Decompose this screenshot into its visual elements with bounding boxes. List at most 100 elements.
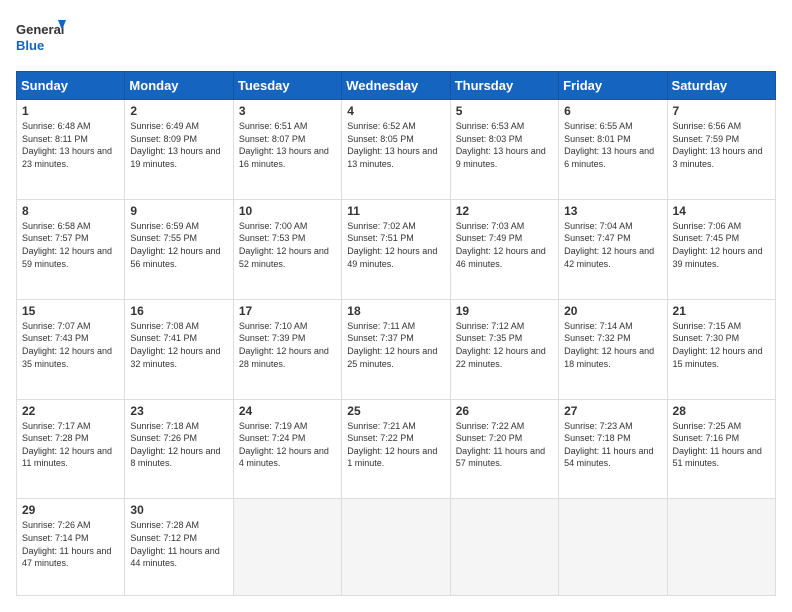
- table-row: [667, 499, 775, 596]
- day-number: 19: [456, 304, 553, 318]
- day-number: 29: [22, 503, 119, 517]
- table-row: 12Sunrise: 7:03 AM Sunset: 7:49 PM Dayli…: [450, 199, 558, 299]
- day-number: 10: [239, 204, 336, 218]
- table-row: 19 Sunrise: 7:12 AM Sunset: 7:35 PM Dayli…: [450, 299, 558, 399]
- day-info: Sunrise: 6:52 AM Sunset: 8:05 PM Dayligh…: [347, 120, 444, 170]
- table-row: 10 Sunrise: 7:00 AM Sunset: 7:53 PM Dayli…: [233, 199, 341, 299]
- day-info: Sunrise: 7:02 AM Sunset: 7:51 PM Dayligh…: [347, 220, 444, 270]
- day-info: Sunrise: 7:12 AM Sunset: 7:35 PM Dayligh…: [456, 320, 553, 370]
- day-number: 25: [347, 404, 444, 418]
- day-header-friday: Friday: [559, 72, 667, 100]
- day-number: 9: [130, 204, 227, 218]
- day-number: 16: [130, 304, 227, 318]
- table-row: 30 Sunrise: 7:28 AM Sunset: 7:12 PM Dayli…: [125, 499, 233, 596]
- day-info: Sunrise: 7:28 AM Sunset: 7:12 PM Dayligh…: [130, 519, 227, 569]
- day-info: Sunrise: 7:18 AM Sunset: 7:26 PM Dayligh…: [130, 420, 227, 470]
- day-info: Sunrise: 7:21 AM Sunset: 7:22 PM Dayligh…: [347, 420, 444, 470]
- day-number: 30: [130, 503, 227, 517]
- day-number: 8: [22, 204, 119, 218]
- day-number: 11: [347, 204, 444, 218]
- table-row: 29 Sunrise: 7:26 AM Sunset: 7:14 PM Dayli…: [17, 499, 125, 596]
- day-header-thursday: Thursday: [450, 72, 558, 100]
- table-row: [450, 499, 558, 596]
- table-row: 25 Sunrise: 7:21 AM Sunset: 7:22 PM Dayli…: [342, 399, 450, 499]
- day-number: 27: [564, 404, 661, 418]
- day-info: Sunrise: 6:49 AM Sunset: 8:09 PM Dayligh…: [130, 120, 227, 170]
- day-number: 2: [130, 104, 227, 118]
- day-number: 6: [564, 104, 661, 118]
- day-info: Sunrise: 7:06 AM Sunset: 7:45 PM Dayligh…: [673, 220, 770, 270]
- day-number: 26: [456, 404, 553, 418]
- table-row: 16 Sunrise: 7:08 AM Sunset: 7:41 PM Dayli…: [125, 299, 233, 399]
- table-row: 9 Sunrise: 6:59 AM Sunset: 7:55 PM Daylig…: [125, 199, 233, 299]
- day-info: Sunrise: 6:56 AM Sunset: 7:59 PM Dayligh…: [673, 120, 770, 170]
- day-number: 28: [673, 404, 770, 418]
- logo: General Blue: [16, 16, 66, 61]
- svg-text:General: General: [16, 22, 64, 37]
- table-row: 1 Sunrise: 6:48 AM Sunset: 8:11 PM Daylig…: [17, 100, 125, 200]
- day-number: 23: [130, 404, 227, 418]
- day-info: Sunrise: 6:51 AM Sunset: 8:07 PM Dayligh…: [239, 120, 336, 170]
- day-info: Sunrise: 7:00 AM Sunset: 7:53 PM Dayligh…: [239, 220, 336, 270]
- day-number: 22: [22, 404, 119, 418]
- day-number: 15: [22, 304, 119, 318]
- table-row: [233, 499, 341, 596]
- table-row: 26 Sunrise: 7:22 AM Sunset: 7:20 PM Dayli…: [450, 399, 558, 499]
- calendar: SundayMondayTuesdayWednesdayThursdayFrid…: [16, 71, 776, 596]
- day-header-monday: Monday: [125, 72, 233, 100]
- day-number: 12: [456, 204, 553, 218]
- table-row: 23 Sunrise: 7:18 AM Sunset: 7:26 PM Dayli…: [125, 399, 233, 499]
- table-row: [559, 499, 667, 596]
- day-info: Sunrise: 7:15 AM Sunset: 7:30 PM Dayligh…: [673, 320, 770, 370]
- day-info: Sunrise: 7:07 AM Sunset: 7:43 PM Dayligh…: [22, 320, 119, 370]
- table-row: 8 Sunrise: 6:58 AM Sunset: 7:57 PM Daylig…: [17, 199, 125, 299]
- day-header-tuesday: Tuesday: [233, 72, 341, 100]
- day-info: Sunrise: 6:55 AM Sunset: 8:01 PM Dayligh…: [564, 120, 661, 170]
- table-row: 6 Sunrise: 6:55 AM Sunset: 8:01 PM Daylig…: [559, 100, 667, 200]
- table-row: 28Sunrise: 7:25 AM Sunset: 7:16 PM Dayli…: [667, 399, 775, 499]
- table-row: 17 Sunrise: 7:10 AM Sunset: 7:39 PM Dayli…: [233, 299, 341, 399]
- day-number: 24: [239, 404, 336, 418]
- day-number: 5: [456, 104, 553, 118]
- day-info: Sunrise: 7:22 AM Sunset: 7:20 PM Dayligh…: [456, 420, 553, 470]
- day-number: 1: [22, 104, 119, 118]
- logo-svg: General Blue: [16, 16, 66, 61]
- table-row: [342, 499, 450, 596]
- day-info: Sunrise: 7:19 AM Sunset: 7:24 PM Dayligh…: [239, 420, 336, 470]
- table-row: 2 Sunrise: 6:49 AM Sunset: 8:09 PM Daylig…: [125, 100, 233, 200]
- table-row: 15 Sunrise: 7:07 AM Sunset: 7:43 PM Dayli…: [17, 299, 125, 399]
- day-header-sunday: Sunday: [17, 72, 125, 100]
- day-info: Sunrise: 7:23 AM Sunset: 7:18 PM Dayligh…: [564, 420, 661, 470]
- table-row: 11 Sunrise: 7:02 AM Sunset: 7:51 PM Dayli…: [342, 199, 450, 299]
- table-row: 3 Sunrise: 6:51 AM Sunset: 8:07 PM Daylig…: [233, 100, 341, 200]
- table-row: 18 Sunrise: 7:11 AM Sunset: 7:37 PM Dayli…: [342, 299, 450, 399]
- day-header-saturday: Saturday: [667, 72, 775, 100]
- day-header-wednesday: Wednesday: [342, 72, 450, 100]
- day-number: 13: [564, 204, 661, 218]
- day-number: 4: [347, 104, 444, 118]
- day-info: Sunrise: 6:48 AM Sunset: 8:11 PM Dayligh…: [22, 120, 119, 170]
- day-number: 14: [673, 204, 770, 218]
- day-info: Sunrise: 6:59 AM Sunset: 7:55 PM Dayligh…: [130, 220, 227, 270]
- day-number: 7: [673, 104, 770, 118]
- table-row: 24 Sunrise: 7:19 AM Sunset: 7:24 PM Dayli…: [233, 399, 341, 499]
- day-info: Sunrise: 7:11 AM Sunset: 7:37 PM Dayligh…: [347, 320, 444, 370]
- table-row: 7 Sunrise: 6:56 AM Sunset: 7:59 PM Daylig…: [667, 100, 775, 200]
- day-info: Sunrise: 7:10 AM Sunset: 7:39 PM Dayligh…: [239, 320, 336, 370]
- day-info: Sunrise: 7:08 AM Sunset: 7:41 PM Dayligh…: [130, 320, 227, 370]
- table-row: 4 Sunrise: 6:52 AM Sunset: 8:05 PM Daylig…: [342, 100, 450, 200]
- day-number: 21: [673, 304, 770, 318]
- day-number: 20: [564, 304, 661, 318]
- table-row: 27 Sunrise: 7:23 AM Sunset: 7:18 PM Dayli…: [559, 399, 667, 499]
- svg-text:Blue: Blue: [16, 38, 44, 53]
- table-row: 13Sunrise: 7:04 AM Sunset: 7:47 PM Dayli…: [559, 199, 667, 299]
- day-number: 18: [347, 304, 444, 318]
- day-info: Sunrise: 6:53 AM Sunset: 8:03 PM Dayligh…: [456, 120, 553, 170]
- day-info: Sunrise: 6:58 AM Sunset: 7:57 PM Dayligh…: [22, 220, 119, 270]
- day-number: 17: [239, 304, 336, 318]
- day-info: Sunrise: 7:26 AM Sunset: 7:14 PM Dayligh…: [22, 519, 119, 569]
- table-row: 5 Sunrise: 6:53 AM Sunset: 8:03 PM Daylig…: [450, 100, 558, 200]
- day-number: 3: [239, 104, 336, 118]
- table-row: 21 Sunrise: 7:15 AM Sunset: 7:30 PM Dayli…: [667, 299, 775, 399]
- day-info: Sunrise: 7:14 AM Sunset: 7:32 PM Dayligh…: [564, 320, 661, 370]
